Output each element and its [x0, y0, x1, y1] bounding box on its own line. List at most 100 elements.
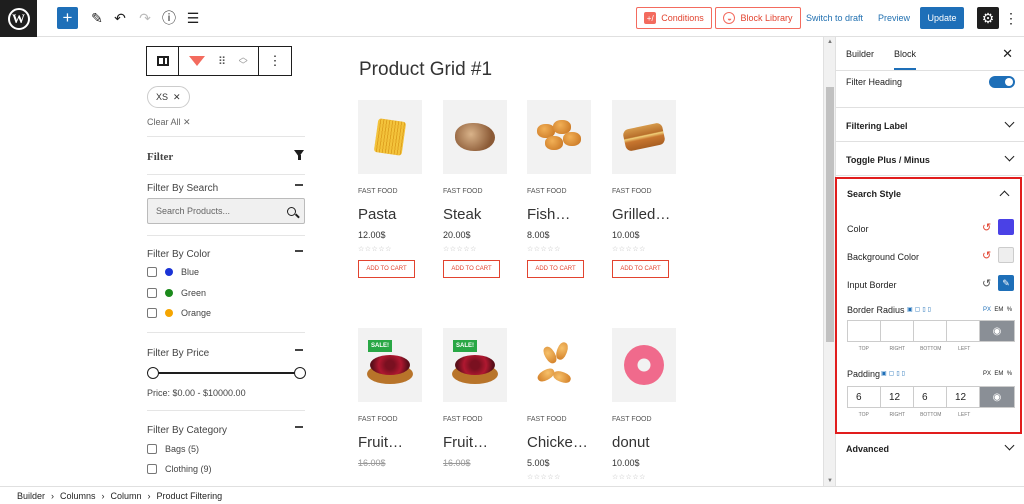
- switch-to-draft-button[interactable]: Switch to draft: [806, 7, 863, 29]
- category-option-bags[interactable]: Bags (5): [147, 444, 199, 454]
- product-card[interactable]: FAST FOOD Fish… 8.00$ ☆☆☆☆☆ ADD TO CART: [527, 100, 592, 278]
- active-filter-chip[interactable]: XS ✕: [147, 86, 190, 108]
- breadcrumb-item[interactable]: Product Filtering: [157, 491, 223, 501]
- product-category[interactable]: FAST FOOD: [358, 416, 423, 423]
- product-name[interactable]: Fish…: [527, 206, 593, 223]
- update-button[interactable]: Update: [920, 7, 964, 29]
- reset-icon[interactable]: ↺: [982, 277, 991, 290]
- border-radius-top-input[interactable]: [848, 321, 881, 341]
- product-card[interactable]: FAST FOOD Steak 20.00$ ☆☆☆☆☆ ADD TO CART: [443, 100, 508, 278]
- color-option-blue[interactable]: Blue: [147, 267, 199, 277]
- product-image[interactable]: [612, 100, 676, 174]
- price-slider-min-handle[interactable]: [147, 367, 159, 379]
- link-values-button[interactable]: ◉: [980, 321, 1014, 341]
- checkbox[interactable]: [147, 308, 157, 318]
- product-category[interactable]: FAST FOOD: [612, 188, 677, 195]
- padding-top-input[interactable]: 6: [848, 387, 881, 407]
- product-image[interactable]: [358, 100, 422, 174]
- product-image[interactable]: [443, 100, 507, 174]
- edit-tool-button[interactable]: ✎: [87, 7, 107, 29]
- filter-block-icon[interactable]: [189, 56, 206, 66]
- link-values-button[interactable]: ◉: [980, 387, 1014, 407]
- add-block-button[interactable]: +: [57, 7, 78, 29]
- scroll-up-icon[interactable]: ▲: [827, 39, 833, 45]
- move-up-down-icon[interactable]: ︿ ﹀: [239, 53, 248, 70]
- preview-button[interactable]: Preview: [878, 7, 910, 29]
- price-slider-max-handle[interactable]: [294, 367, 306, 379]
- product-category[interactable]: FAST FOOD: [443, 416, 508, 423]
- checkbox[interactable]: [147, 288, 157, 298]
- color-option-orange[interactable]: Orange: [147, 308, 211, 318]
- product-card[interactable]: FAST FOOD Grilled… 10.00$ ☆☆☆☆☆ ADD TO C…: [612, 100, 677, 278]
- product-name[interactable]: Pasta: [358, 206, 424, 223]
- settings-button[interactable]: ⚙: [977, 7, 999, 29]
- product-image[interactable]: [527, 328, 591, 402]
- list-view-button[interactable]: ☰: [183, 7, 203, 29]
- scroll-down-icon[interactable]: ▼: [827, 478, 833, 484]
- collapse-icon[interactable]: [295, 250, 303, 252]
- close-icon[interactable]: ✕: [173, 92, 181, 103]
- border-radius-bottom-input[interactable]: [914, 321, 947, 341]
- add-to-cart-button[interactable]: ADD TO CART: [358, 260, 415, 278]
- search-icon[interactable]: [287, 206, 296, 216]
- block-parent-button[interactable]: [147, 47, 179, 75]
- product-name[interactable]: Steak: [443, 206, 509, 223]
- tab-block[interactable]: Block: [894, 49, 917, 70]
- checkbox[interactable]: [147, 444, 157, 454]
- redo-button[interactable]: ↷: [135, 7, 155, 29]
- canvas-scrollbar[interactable]: ▲ ▼: [823, 37, 835, 486]
- filter-heading-toggle[interactable]: [989, 76, 1015, 88]
- conditions-button[interactable]: +/ Conditions: [636, 7, 712, 29]
- block-library-button[interactable]: ◒ Block Library: [715, 7, 801, 29]
- panel-filtering-label[interactable]: Filtering Label: [836, 108, 1024, 142]
- product-image[interactable]: SALE!: [443, 328, 507, 402]
- product-card[interactable]: FAST FOOD Chicke… 5.00$ ☆☆☆☆☆: [527, 328, 592, 481]
- drag-handle-icon[interactable]: ⠿: [218, 55, 226, 68]
- product-name[interactable]: Grilled…: [612, 206, 678, 223]
- product-image[interactable]: [612, 328, 676, 402]
- category-option-clothing[interactable]: Clothing (9): [147, 464, 212, 474]
- border-radius-right-input[interactable]: [881, 321, 914, 341]
- undo-button[interactable]: ↶: [110, 7, 130, 29]
- options-menu-button[interactable]: ⋮: [1003, 7, 1019, 29]
- panel-toggle-plus-minus[interactable]: Toggle Plus / Minus: [836, 142, 1024, 176]
- tab-builder[interactable]: Builder: [846, 49, 874, 59]
- device-icons[interactable]: ▣▢▯▯: [881, 370, 907, 377]
- collapse-icon[interactable]: [295, 426, 303, 428]
- product-category[interactable]: FAST FOOD: [527, 416, 592, 423]
- product-name[interactable]: donut: [612, 434, 678, 451]
- breadcrumb-item[interactable]: Columns: [60, 491, 96, 501]
- color-option-green[interactable]: Green: [147, 288, 206, 298]
- wordpress-logo[interactable]: W: [0, 0, 37, 37]
- product-image[interactable]: SALE!: [358, 328, 422, 402]
- padding-bottom-input[interactable]: 6: [914, 387, 947, 407]
- product-name[interactable]: Fruit…: [443, 434, 509, 451]
- device-icons[interactable]: ▣▢▯▯: [907, 306, 933, 313]
- add-to-cart-button[interactable]: ADD TO CART: [527, 260, 584, 278]
- block-options-button[interactable]: ⋮: [259, 47, 291, 75]
- product-card[interactable]: SALE! FAST FOOD Fruit… 16.00$: [443, 328, 508, 468]
- scrollbar-thumb[interactable]: [826, 87, 834, 342]
- collapse-icon[interactable]: [295, 349, 303, 351]
- product-category[interactable]: FAST FOOD: [443, 188, 508, 195]
- color-swatch[interactable]: [998, 219, 1014, 235]
- details-button[interactable]: ⓘ: [159, 7, 179, 29]
- checkbox[interactable]: [147, 464, 157, 474]
- border-radius-left-input[interactable]: [947, 321, 980, 341]
- product-card[interactable]: FAST FOOD donut 10.00$ ☆☆☆☆☆: [612, 328, 677, 481]
- product-card[interactable]: SALE! FAST FOOD Fruit… 16.00$: [358, 328, 423, 468]
- product-name[interactable]: Fruit…: [358, 434, 424, 451]
- product-category[interactable]: FAST FOOD: [358, 188, 423, 195]
- edit-border-button[interactable]: ✎: [998, 275, 1014, 291]
- chevron-up-icon[interactable]: [999, 190, 1010, 201]
- collapse-icon[interactable]: [295, 184, 303, 186]
- product-name[interactable]: Chicke…: [527, 434, 593, 451]
- add-to-cart-button[interactable]: ADD TO CART: [443, 260, 500, 278]
- padding-left-input[interactable]: 12: [947, 387, 980, 407]
- product-card[interactable]: FAST FOOD Pasta 12.00$ ☆☆☆☆☆ ADD TO CART: [358, 100, 423, 278]
- add-to-cart-button[interactable]: ADD TO CART: [612, 260, 669, 278]
- breadcrumb-item[interactable]: Builder: [17, 491, 45, 501]
- padding-right-input[interactable]: 12: [881, 387, 914, 407]
- product-category[interactable]: FAST FOOD: [612, 416, 677, 423]
- background-color-swatch[interactable]: [998, 247, 1014, 263]
